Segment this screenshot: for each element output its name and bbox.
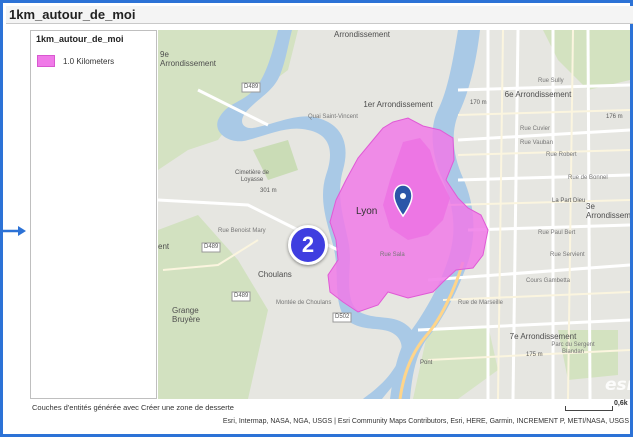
shield-label: D489 — [204, 244, 219, 250]
pointer-arrow-icon — [0, 226, 26, 236]
elevation-label: 175 m — [526, 352, 543, 358]
street-label: Rue de Bonnel — [568, 175, 608, 181]
scale-bar-line — [565, 406, 613, 411]
map-label-9e: 9e Arrondissement — [160, 50, 217, 68]
street-label: Quai Saint-Vincent — [308, 114, 358, 120]
map-label-7e: 7e Arrondissement — [509, 332, 577, 341]
attribution-text: Esri, Intermap, NASA, NGA, USGS | Esri C… — [222, 418, 629, 425]
street-label: Rue Benoist Mary — [218, 228, 266, 234]
legend-item-label: 1.0 Kilometers — [63, 56, 115, 66]
map-label-arrondissement: Arrondissement — [334, 30, 391, 39]
street-label: Rue Servient — [550, 252, 585, 258]
map-label-grange: Grange Bruyère — [172, 306, 201, 324]
elevation-label: 176 m — [606, 114, 623, 120]
legend-item: 1.0 Kilometers — [37, 55, 114, 67]
callout-badge: 2 — [288, 225, 328, 265]
esri-logo: esri — [605, 375, 630, 395]
street-label: Rue Paul Bert — [538, 230, 576, 236]
window-title: 1km_autour_de_moi — [9, 7, 136, 22]
legend-swatch — [37, 55, 55, 67]
street-label: Rue Sala — [380, 252, 405, 258]
shield-label: D489 — [244, 84, 259, 90]
street-label: Parc du Sergent Blandan — [551, 342, 595, 355]
map-label-lyon: Lyon — [356, 206, 378, 217]
elevation-label: 170 m — [470, 100, 487, 106]
scale-label: 0,6k — [614, 400, 628, 407]
map-label-pont: Pont — [420, 360, 433, 366]
map-label-6e: 6e Arrondissement — [504, 90, 572, 99]
layer-description: Couches d'entités générée avec Créer une… — [32, 403, 234, 412]
street-label: Cours Gambetta — [526, 278, 571, 284]
elevation-label: 301 m — [260, 188, 277, 194]
map-label-choulans: Choulans — [258, 270, 292, 279]
street-label: Rue de Marseille — [458, 300, 504, 306]
street-label: Montée de Choulans — [276, 300, 332, 306]
street-label: Rue Sully — [538, 78, 564, 84]
legend-layer-name: 1km_autour_de_moi — [36, 34, 124, 44]
window-title-bar: 1km_autour_de_moi — [6, 6, 633, 24]
street-label: Rue Robert — [546, 152, 577, 158]
legend-panel: 1km_autour_de_moi 1.0 Kilometers — [30, 30, 157, 399]
shield-label: D489 — [234, 293, 249, 299]
map-canvas[interactable]: D489 D489 D489 D502 9e Arrondissement Ar… — [158, 30, 630, 399]
shield-label: D502 — [335, 314, 350, 320]
map-label-1er: 1er Arrondissement — [363, 100, 433, 109]
map-label-ent: ent — [158, 242, 170, 251]
street-label: Rue Cuvier — [520, 126, 551, 132]
map-label-cemetery: Cimetière de Loyasse — [234, 170, 269, 183]
map-label-part-dieu: La Part Dieu — [552, 198, 586, 204]
map-label-3e: 3e Arrondissement — [586, 202, 630, 220]
street-label: Rue Vauban — [520, 140, 553, 146]
